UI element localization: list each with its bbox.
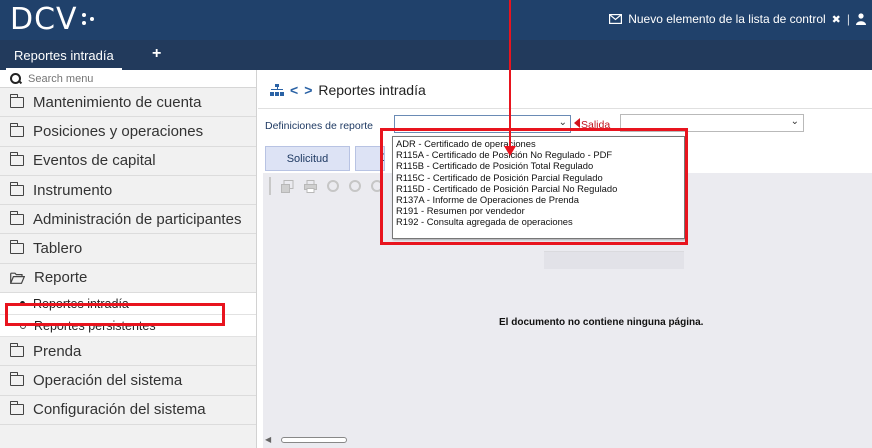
solicitud-button[interactable]: Solicitud [265,146,350,171]
first-page-icon[interactable] [327,180,339,192]
folder-icon [10,240,24,255]
chevron-down-icon: ⌄ [790,116,799,127]
sidebar: Mantenimiento de cuenta Posiciones y ope… [0,70,257,448]
sidebar-item-label: Tablero [33,240,83,258]
envelope-icon [609,14,623,24]
sidebar-item-label: Mantenimiento de cuenta [33,93,202,111]
page-title: Reportes intradía [318,82,426,98]
folder-icon [10,181,24,196]
folder-open-icon [10,272,25,284]
dcv-logo: DCV [10,2,78,37]
folder-icon [10,342,24,357]
annotation-arrow-line [509,0,511,148]
sidebar-item-posiciones[interactable]: Posiciones y operaciones [0,117,256,147]
definiciones-label: Definiciones de reporte [265,120,373,132]
previous-page-icon[interactable] [349,180,361,192]
sidebar-item-prenda[interactable]: Prenda [0,337,256,367]
notification-area[interactable]: Nuevo elemento de la lista de control ✖ … [609,12,866,26]
sidebar-item-configuracion-sistema[interactable]: Configuración del sistema [0,396,256,425]
export-icon[interactable] [281,179,294,193]
sidebar-item-reporte[interactable]: Reporte [0,264,256,294]
sidebar-item-tablero[interactable]: Tablero [0,234,256,264]
sidebar-item-label: Prenda [33,342,82,360]
top-header: DCV Nuevo elemento de la lista de contro… [0,0,872,40]
sidebar-item-label: Administración de participantes [33,210,242,228]
sidebar-item-administracion[interactable]: Administración de participantes [0,205,256,235]
sidebar-item-eventos[interactable]: Eventos de capital [0,147,256,176]
sidebar-item-label: Operación del sistema [33,372,183,390]
sidebar-item-label: Instrumento [33,181,113,199]
separator: | [846,12,850,26]
sidebar-item-instrumento[interactable]: Instrumento [0,176,256,206]
add-tab-button[interactable]: + [152,46,161,62]
page-placeholder [544,251,684,269]
close-icon[interactable]: ✖ [832,13,841,26]
back-chevron-icon[interactable]: < [290,82,298,98]
folder-icon [10,93,24,108]
tab-bar: Reportes intradía + [0,40,872,70]
user-icon[interactable] [856,13,866,25]
folder-icon [10,152,24,167]
folder-icon [10,210,24,225]
sidebar-item-label: Reporte [34,269,88,287]
search-input[interactable] [28,72,228,85]
notification-text[interactable]: Nuevo elemento de la lista de control [628,12,825,26]
print-icon[interactable] [304,179,317,193]
app-window: DCV Nuevo elemento de la lista de contro… [0,0,872,448]
horizontal-scrollbar[interactable]: ◀ [263,435,872,445]
annotation-highlight-sidebar [5,303,225,326]
header-divider [258,108,872,109]
toolbar-grip [269,177,271,195]
annotation-arrow-head-icon [504,146,516,156]
breadcrumb: < > Reportes intradía [270,82,426,98]
sidebar-item-label: Eventos de capital [33,152,156,170]
scroll-left-icon[interactable]: ◀ [265,435,271,444]
sidebar-item-mantenimiento[interactable]: Mantenimiento de cuenta [0,88,256,118]
chevron-down-icon: ⌄ [558,117,567,128]
sidebar-item-label: Configuración del sistema [33,401,206,419]
folder-icon [10,122,24,137]
sidebar-item-operacion-sistema[interactable]: Operación del sistema [0,366,256,396]
required-marker-icon [574,118,580,128]
folder-icon [10,372,24,387]
main-panel: < > Reportes intradía Definiciones de re… [258,70,872,448]
logo-dots-icon [78,10,100,30]
tab-reportes-intradia[interactable]: Reportes intradía [6,44,122,70]
folder-icon [10,401,24,416]
annotation-highlight-dropdown [380,128,688,245]
scroll-thumb[interactable] [281,437,347,443]
empty-document-message: El documento no contiene ninguna página. [499,317,704,328]
sitemap-icon[interactable] [270,84,284,96]
search-icon [10,72,22,85]
forward-chevron-icon[interactable]: > [304,82,312,98]
sidebar-search [0,70,256,88]
sidebar-item-label: Posiciones y operaciones [33,122,204,140]
